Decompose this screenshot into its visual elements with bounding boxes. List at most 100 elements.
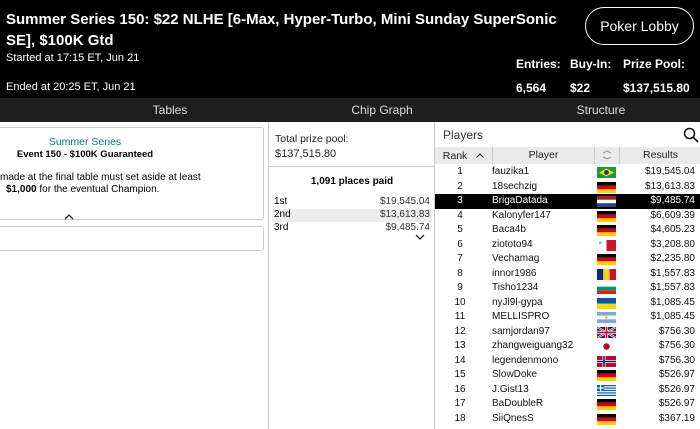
- table-row[interactable]: 6 ziototo94 $3,208.80: [435, 238, 700, 253]
- player-rank: 15: [454, 369, 466, 380]
- table-filter-input[interactable]: [0, 226, 264, 251]
- tournament-header: Summer Series 150: $22 NLHE [6-Max, Hype…: [0, 0, 700, 98]
- player-name: MELLISPRO: [492, 311, 550, 322]
- rule-text-line2: $1,000 for the eventual Champion.: [6, 184, 226, 195]
- player-name: Kalonyfer147: [492, 209, 551, 221]
- player-name: BaDoubleR: [492, 398, 544, 409]
- player-name: zhangweiguang32: [492, 340, 574, 351]
- start-time: Started at 17:15 ET, Jun 21: [6, 52, 140, 64]
- player-name: J.Gist13: [492, 383, 529, 395]
- payout-amount: $13,613.83: [379, 209, 430, 220]
- player-result: $526.97: [658, 369, 695, 380]
- table-row[interactable]: 15 SlowDoke $526.97: [435, 368, 700, 383]
- tab-bar: Tables Chip Graph Structure: [0, 98, 700, 122]
- germany-flag-icon: [597, 225, 616, 236]
- table-row[interactable]: 10 nyJl9l-gypa $1,085.45: [435, 296, 700, 311]
- rank-column-header[interactable]: Rank: [435, 147, 493, 164]
- player-result: $526.97: [658, 383, 695, 395]
- player-rank: 3: [457, 195, 463, 206]
- players-panel: Players Rank Player Results 1 fauzika1 $19…: [434, 122, 700, 429]
- player-name: ziototo94: [492, 238, 533, 250]
- player-rank: 1: [457, 166, 463, 177]
- germany-flag-icon: [597, 399, 616, 410]
- player-name: 18sechzig: [492, 180, 538, 192]
- buyin-label: Buy-In:: [570, 57, 612, 71]
- places-paid: 1,091 places paid: [310, 176, 394, 187]
- player-result: $1,085.45: [650, 296, 696, 308]
- player-result: $4,605.23: [650, 224, 696, 235]
- player-rank: 6: [457, 238, 463, 250]
- table-row[interactable]: 14 legendenmono $756.30: [435, 354, 700, 369]
- total-prize-value: $137,515.80: [275, 148, 337, 160]
- malta-flag-icon: [597, 239, 616, 251]
- player-name: nyJl9l-gypa: [492, 296, 543, 308]
- table-row[interactable]: 17 BaDoubleR $526.97: [435, 397, 700, 412]
- table-row[interactable]: 5 Baca4b $4,605.23: [435, 223, 700, 238]
- buyin-stat: Buy-In: $22: [570, 57, 611, 95]
- norway-flag-icon: [597, 355, 616, 367]
- germany-flag-icon: [597, 210, 616, 222]
- rule-text-rest: for the eventual Champion.: [36, 184, 160, 195]
- player-column-header[interactable]: Player: [493, 147, 595, 164]
- player-name: BrigaDatada: [492, 195, 548, 206]
- player-result: $526.97: [658, 398, 695, 409]
- chevron-down-icon[interactable]: [415, 232, 425, 242]
- chevron-up-icon[interactable]: [64, 212, 74, 222]
- table-row[interactable]: 8 innor1986 $1,557.83: [435, 267, 700, 282]
- player-result: $1,085.45: [650, 311, 696, 322]
- germany-flag-icon: [597, 370, 616, 381]
- event-name: Event 150 - $100K Guaranteed: [16, 149, 154, 160]
- netherlands-flag-icon: [597, 196, 616, 207]
- player-result: $1,557.83: [650, 282, 696, 293]
- player-rank: 8: [457, 267, 463, 279]
- payout-place: 2nd: [274, 209, 291, 220]
- payout-row: 3rd $9,485.74: [272, 222, 432, 235]
- germany-flag-icon: [597, 254, 616, 265]
- table-row[interactable]: 2 18sechzig $13,613.83: [435, 180, 700, 195]
- prize-pool-stat: Prize Pool: $137,515.80: [623, 57, 690, 95]
- prize-pool-value: $137,515.80: [623, 81, 690, 95]
- table-row[interactable]: 12 samjordan97 $756.30: [435, 325, 700, 340]
- total-prize-label: Total prize pool:: [275, 133, 349, 145]
- player-result: $756.30: [658, 340, 695, 351]
- payout-place: 3rd: [274, 222, 289, 233]
- table-row[interactable]: 11 MELLISPRO $1,085.45: [435, 310, 700, 325]
- players-table-header: Rank Player Results: [435, 147, 700, 164]
- player-rank: 13: [454, 340, 466, 351]
- entries-value: 6,564: [516, 81, 547, 95]
- table-row[interactable]: 1 fauzika1 $19,545.04: [435, 165, 700, 180]
- player-rank: 16: [454, 383, 466, 395]
- player-result: $13,613.83: [644, 180, 695, 192]
- players-title: Players: [443, 128, 484, 142]
- player-result: $1,557.83: [650, 267, 696, 279]
- buyin-value: $22: [570, 81, 591, 95]
- tab-chip-graph[interactable]: Chip Graph: [282, 98, 482, 122]
- germany-flag-icon: [597, 181, 616, 193]
- player-name: SiiQnesS: [492, 412, 534, 424]
- prize-panel: Total prize pool: $137,515.80 1,091 plac…: [268, 122, 435, 429]
- tab-structure[interactable]: Structure: [520, 98, 682, 122]
- table-row[interactable]: 18 SiiQnesS $367.19: [435, 412, 700, 427]
- player-name: Vechamag: [492, 253, 540, 264]
- germany-flag-icon: [597, 413, 616, 425]
- player-rank: 10: [454, 296, 466, 308]
- end-time: Ended at 20:25 ET, Jun 21: [6, 81, 136, 93]
- romania-flag-icon: [597, 268, 616, 280]
- results-column-header[interactable]: Results: [620, 147, 700, 164]
- search-icon[interactable]: [683, 127, 699, 143]
- table-row[interactable]: 9 Tisho1234 $1,557.83: [435, 281, 700, 296]
- player-rank: 7: [457, 253, 463, 264]
- table-row[interactable]: 16 J.Gist13 $526.97: [435, 383, 700, 398]
- country-column-header[interactable]: [595, 147, 620, 164]
- poker-lobby-button[interactable]: Poker Lobby: [585, 7, 694, 45]
- uk-flag-icon: [596, 325, 617, 339]
- table-row[interactable]: 4 Kalonyfer147 $6,609.39: [435, 209, 700, 224]
- player-rank: 2: [457, 180, 463, 192]
- player-result: $756.30: [658, 325, 695, 337]
- table-row-selected[interactable]: 3 BrigaDatada $9,485.74: [435, 194, 700, 209]
- table-row[interactable]: 7 Vechamag $2,235.80: [435, 252, 700, 267]
- sort-arrows-icon: [601, 149, 613, 166]
- payout-amount: $19,545.04: [379, 196, 430, 207]
- player-name: fauzika1: [492, 166, 530, 177]
- table-row[interactable]: 13 zhangweiguang32 $756.30: [435, 339, 700, 354]
